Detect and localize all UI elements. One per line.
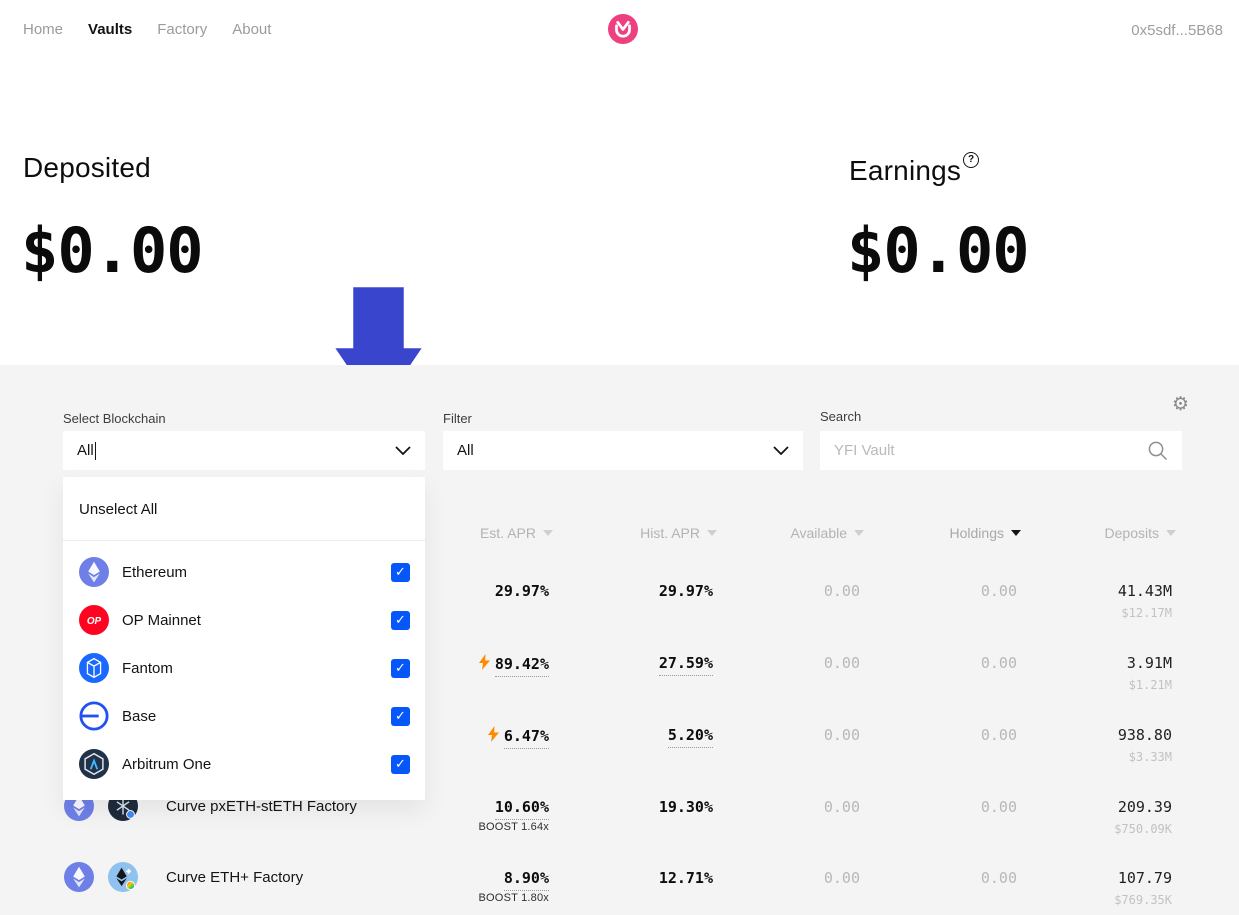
deposits-value: 107.79 xyxy=(992,869,1172,887)
top-navigation: Home Vaults Factory About xyxy=(23,21,271,38)
nav-item-about[interactable]: About xyxy=(232,21,271,38)
deposits-usd-value: $3.33M xyxy=(992,750,1172,764)
available-value: 0.00 xyxy=(680,654,860,672)
holdings-value: 0.00 xyxy=(837,726,1017,744)
gear-icon[interactable]: ⚙ xyxy=(1172,393,1189,415)
vault-name: Curve pxETH-stETH Factory xyxy=(166,798,357,815)
optimism-icon: OP xyxy=(79,605,109,635)
option-label: Ethereum xyxy=(122,564,391,581)
blockchain-options-list: Ethereum ✓ OP OP Mainnet ✓ Fantom ✓ Base xyxy=(63,548,425,788)
filter-select[interactable]: All xyxy=(443,431,803,470)
vault-name: Curve ETH+ Factory xyxy=(166,869,303,886)
blockchain-select-value: All xyxy=(77,442,94,459)
checkbox-checked[interactable]: ✓ xyxy=(391,563,410,582)
boost-multiplier: BOOST 1.80x xyxy=(369,892,549,904)
wallet-address[interactable]: 0x5sdf...5B68 xyxy=(1131,22,1223,39)
boost-multiplier: BOOST 1.64x xyxy=(369,821,549,833)
blockchain-select-label: Select Blockchain xyxy=(63,411,166,426)
deposits-usd-value: $750.09K xyxy=(992,822,1172,836)
base-icon xyxy=(79,701,109,731)
divider xyxy=(63,540,425,541)
available-value: 0.00 xyxy=(680,582,860,600)
help-icon[interactable]: ? xyxy=(963,152,979,168)
deposits-usd-value: $1.21M xyxy=(992,678,1172,692)
dropdown-option-arbitrum-one[interactable]: Arbitrum One ✓ xyxy=(63,740,425,788)
svg-text:OP: OP xyxy=(87,616,102,627)
available-value: 0.00 xyxy=(680,798,860,816)
option-label: Base xyxy=(122,708,391,725)
vaults-page: Home Vaults Factory About 0x5sdf...5B68 … xyxy=(0,0,1239,915)
chevron-down-icon xyxy=(773,446,789,455)
dropdown-option-op-mainnet[interactable]: OP OP Mainnet ✓ xyxy=(63,596,425,644)
vault-list-panel: Select Blockchain All Filter All Search … xyxy=(0,365,1239,915)
option-label: Fantom xyxy=(122,660,391,677)
fantom-icon xyxy=(79,653,109,683)
dropdown-option-fantom[interactable]: Fantom ✓ xyxy=(63,644,425,692)
holdings-value: 0.00 xyxy=(837,582,1017,600)
text-caret xyxy=(95,442,96,460)
dropdown-option-ethereum[interactable]: Ethereum ✓ xyxy=(63,548,425,596)
nav-item-vaults[interactable]: Vaults xyxy=(88,21,132,38)
checkbox-checked[interactable]: ✓ xyxy=(391,659,410,678)
arbitrum-icon xyxy=(79,749,109,779)
deposits-value: 3.91M xyxy=(992,654,1172,672)
nav-item-home[interactable]: Home xyxy=(23,21,63,38)
option-label: Arbitrum One xyxy=(122,756,391,773)
boost-bolt-icon xyxy=(488,726,499,742)
deposits-value: 209.39 xyxy=(992,798,1172,816)
filter-select-value: All xyxy=(457,442,474,459)
search-label: Search xyxy=(820,409,861,424)
blockchain-select[interactable]: All xyxy=(63,431,425,470)
curve-ethplus-token-icon xyxy=(108,862,138,892)
dropdown-option-base[interactable]: Base ✓ xyxy=(63,692,425,740)
table-row[interactable]: Curve ETH+ Factory 8.90% BOOST 1.80x 12.… xyxy=(0,841,1239,913)
column-header-holdings[interactable]: Holdings xyxy=(851,525,1021,541)
search-input[interactable] xyxy=(834,442,1147,459)
deposits-usd-value: $769.35K xyxy=(992,893,1172,907)
deposits-value: 938.80 xyxy=(992,726,1172,744)
holdings-value: 0.00 xyxy=(837,798,1017,816)
deposited-value: $0.00 xyxy=(21,214,203,287)
deposits-usd-value: $12.17M xyxy=(992,606,1172,620)
nav-item-factory[interactable]: Factory xyxy=(157,21,207,38)
checkbox-checked[interactable]: ✓ xyxy=(391,707,410,726)
holdings-value: 0.00 xyxy=(837,654,1017,672)
chevron-down-icon xyxy=(395,446,411,455)
search-box xyxy=(820,431,1182,470)
available-value: 0.00 xyxy=(680,869,860,887)
yearn-logo-icon[interactable] xyxy=(608,14,638,44)
unselect-all-button[interactable]: Unselect All xyxy=(79,501,157,518)
filter-label: Filter xyxy=(443,411,472,426)
ethereum-icon xyxy=(64,862,94,892)
column-header-available[interactable]: Available xyxy=(694,525,864,541)
sort-arrow-icon xyxy=(1166,530,1176,536)
earnings-label: Earnings? xyxy=(849,152,979,187)
boost-bolt-icon xyxy=(479,654,490,670)
earnings-value: $0.00 xyxy=(847,214,1029,287)
checkbox-checked[interactable]: ✓ xyxy=(391,755,410,774)
deposits-value: 41.43M xyxy=(992,582,1172,600)
option-label: OP Mainnet xyxy=(122,612,391,629)
search-icon[interactable] xyxy=(1147,440,1168,461)
available-value: 0.00 xyxy=(680,726,860,744)
column-header-deposits[interactable]: Deposits xyxy=(1006,525,1176,541)
deposited-label: Deposited xyxy=(23,152,151,184)
holdings-value: 0.00 xyxy=(837,869,1017,887)
column-header-hist-apr[interactable]: Hist. APR xyxy=(547,525,717,541)
checkbox-checked[interactable]: ✓ xyxy=(391,611,410,630)
ethereum-icon xyxy=(79,557,109,587)
blockchain-dropdown: Unselect All Ethereum ✓ OP OP Mainnet ✓ … xyxy=(63,477,425,800)
